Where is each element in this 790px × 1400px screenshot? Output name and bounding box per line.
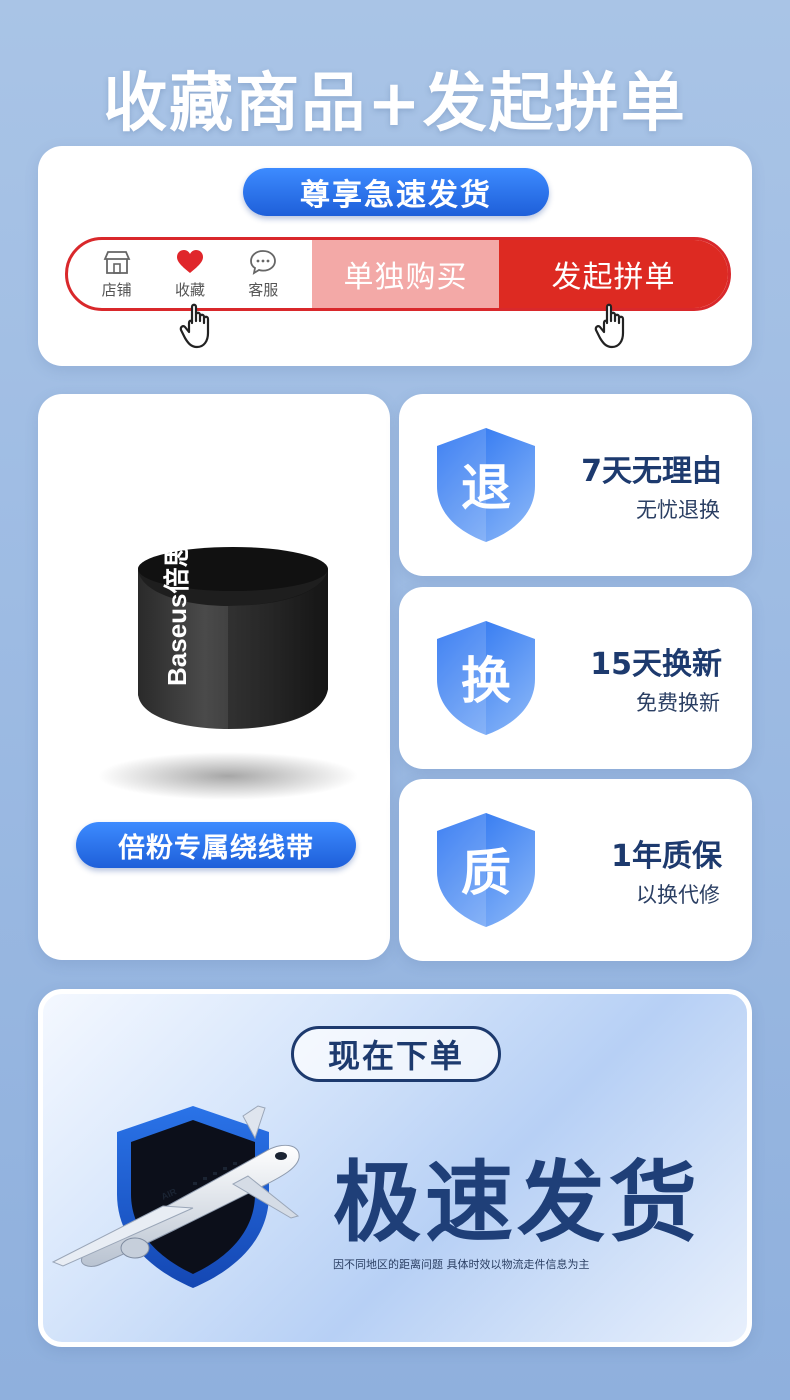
express-card: 尊享急速发货 店铺 收藏 客服 单独购买 发起拼单 [38,146,752,366]
chat-icon [250,249,277,275]
fast-shipping-card: 现在下单 AIR 极速发货 因不同地区的距离问题 具体时效以物流走件信息为主 [38,989,752,1347]
buy-bar: 店铺 收藏 客服 单独购买 发起拼单 [65,237,731,311]
product-card: Baseus倍思 倍粉专属绕线带 [38,394,390,960]
guarantee-title: 7天无理由 [581,454,722,489]
exchange-char: 换 [461,652,511,710]
favorite-button[interactable]: 收藏 [162,249,218,300]
shipping-disclaimer: 因不同地区的距离问题 具体时效以物流走件信息为主 [333,1258,590,1271]
store-button[interactable]: 店铺 [89,249,145,300]
guarantee-card-warranty: 质 1年质保 以换代修 [399,779,752,961]
band-brand-text: Baseus倍思 [162,542,192,687]
bar-icon-group: 店铺 收藏 客服 [68,240,312,308]
plane-livery-text: AIR [160,1186,179,1202]
service-label: 客服 [248,280,279,299]
page-headline: 收藏商品+发起拼单 [103,67,687,141]
return-char: 退 [461,459,511,517]
guarantee-title: 1年质保 [611,839,722,874]
warranty-char: 质 [461,844,511,902]
fast-shipping-title: 极速发货 [333,1151,702,1254]
heart-icon [176,249,203,273]
guarantee-subtitle: 以换代修 [636,883,720,907]
guarantee-subtitle: 免费换新 [636,691,720,715]
guarantee-card-exchange: 换 15天换新 免费换新 [399,587,752,769]
service-button[interactable]: 客服 [235,249,291,300]
guarantee-title: 15天换新 [590,647,722,682]
cable-strap-image: Baseus倍思 [98,542,358,800]
guarantee-subtitle: 无忧退换 [636,498,720,522]
product-badge: 倍粉专属绕线带 [76,822,356,868]
favorite-label: 收藏 [174,280,205,299]
guarantee-card-return: 退 7天无理由 无忧退换 [399,394,752,576]
order-now-badge: 现在下单 [291,1026,501,1082]
store-icon [103,250,131,274]
store-label: 店铺 [101,280,132,299]
pointer-hand-icon [594,303,625,349]
solo-buy-button[interactable]: 单独购买 [312,240,499,308]
group-buy-button[interactable]: 发起拼单 [499,240,728,308]
pointer-hand-icon [179,303,210,349]
express-badge: 尊享急速发货 [243,168,549,216]
airplane-image: AIR [51,1105,300,1267]
